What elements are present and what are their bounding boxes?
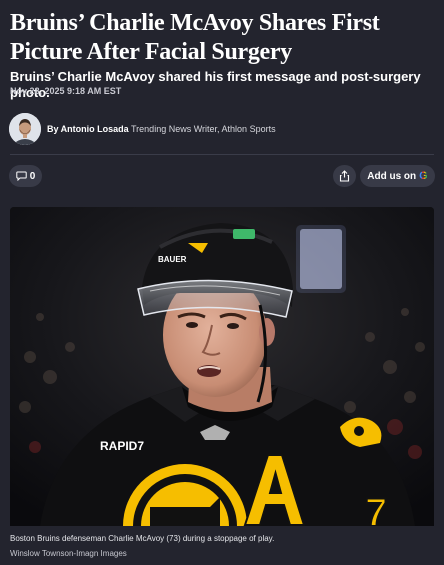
photo-credit: Winslow Townson-Imagn Images	[10, 549, 127, 558]
article-headline: Bruins’ Charlie McAvoy Shares First Pict…	[10, 10, 380, 65]
helmet-brand-text: BAUER	[158, 255, 187, 264]
author-byline: By Antonio Losada Trending News Writer, …	[47, 123, 276, 135]
divider	[10, 154, 434, 155]
article-date: Nov 28, 2025 9:18 AM EST	[10, 86, 122, 96]
jersey-number: 7	[365, 491, 387, 526]
author-role: Trending News Writer, Athlon Sports	[131, 124, 276, 134]
add-us-on-google-button[interactable]: Add us on G	[360, 165, 435, 187]
article-page: Bruins’ Charlie McAvoy Shares First Pict…	[0, 0, 444, 565]
google-g-icon: G	[419, 170, 428, 182]
author-avatar[interactable]	[9, 113, 41, 145]
comment-count: 0	[29, 170, 36, 182]
jersey-sponsor-text: RAPID7	[100, 439, 144, 453]
comment-bubble-icon	[16, 171, 27, 181]
photo-caption: Boston Bruins defenseman Charlie McAvoy …	[10, 534, 275, 543]
author-name[interactable]: By Antonio Losada	[47, 124, 129, 134]
share-icon	[339, 170, 350, 182]
add-us-label: Add us on	[367, 170, 417, 182]
article-photo[interactable]: 7 RAPID7 BAUER	[10, 207, 434, 526]
comments-button[interactable]: 0	[9, 165, 42, 187]
share-button[interactable]	[333, 165, 356, 187]
